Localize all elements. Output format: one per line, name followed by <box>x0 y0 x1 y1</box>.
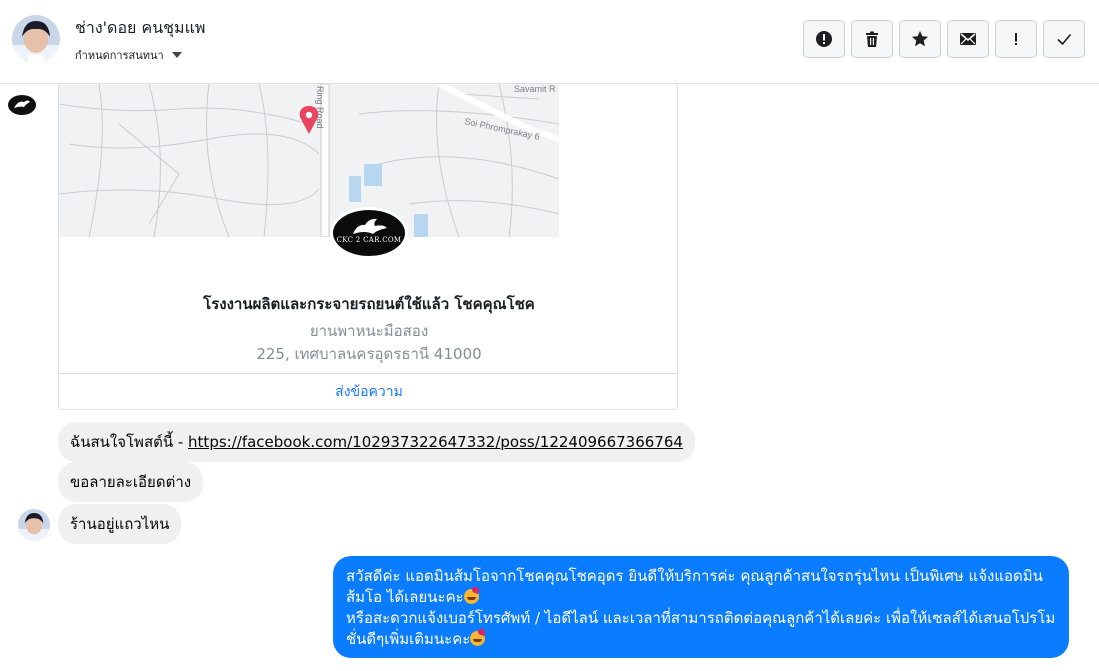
incoming-message-bubble: ฉันสนใจโพสต์นี้ - https://facebook.com/1… <box>58 422 695 462</box>
conversation-header: ช่าง'ดอย คนชุมแพ กำหนดการสนทนา <box>0 0 1099 84</box>
page-logo-avatar <box>8 95 36 115</box>
business-name: โรงงานผลิตและกระจายรถยนต์ใช้แล้ว โชคคุณโ… <box>203 295 535 313</box>
map-label-ring-road: Ring Road <box>315 86 325 129</box>
outgoing-message-bubble: สวัสดีค่ะ แอดมินส้มโอจากโชคคุณโชคอุดร ยิ… <box>333 556 1069 658</box>
location-map[interactable]: Ring Road Soi Phromprakay 6 Savamit R <box>59 84 559 237</box>
business-address: 225, เทศบาลนครอุดรธานี 41000 <box>256 345 482 363</box>
smiling-face-with-hearts-icon <box>470 631 486 646</box>
business-logo: CKC 2 CAR.COM <box>330 207 408 259</box>
post-link[interactable]: https://facebook.com/102937322647332/pos… <box>188 433 683 451</box>
star-icon <box>912 31 928 47</box>
report-button[interactable] <box>803 20 845 58</box>
exclamation-icon <box>1015 33 1017 45</box>
business-category: ยานพาหนะมือสอง <box>309 322 429 340</box>
send-message-link[interactable]: ส่งข้อความ <box>59 381 677 403</box>
message-text: ร้านอยู่แถวไหน <box>70 515 170 533</box>
card-divider <box>59 373 677 374</box>
trash-icon <box>866 31 878 47</box>
conversation-settings-label: กำหนดการสนทนา <box>75 49 164 62</box>
mark-done-button[interactable] <box>1043 20 1085 58</box>
conversation-settings-dropdown[interactable]: กำหนดการสนทนา <box>75 46 182 64</box>
chevron-down-icon <box>171 52 182 58</box>
incoming-message-bubble: ร้านอยู่แถวไหน <box>58 504 182 544</box>
incoming-message-bubble: ขอลายละเอียดต่าง <box>58 462 204 502</box>
mark-unread-button[interactable] <box>947 20 989 58</box>
location-card: Ring Road Soi Phromprakay 6 Savamit R CK… <box>58 83 678 410</box>
smiling-face-with-hearts-icon <box>463 589 479 604</box>
contact-name: ช่าง'ดอย คนชุมแพ <box>75 18 206 37</box>
pegasus-logo-icon <box>353 218 387 234</box>
sender-avatar[interactable] <box>18 509 50 541</box>
star-button[interactable] <box>899 20 941 58</box>
envelope-icon <box>960 33 976 45</box>
message-text-line2: หรือสะดวกแจ้งเบอร์โทรศัพท์ / ไอดีไลน์ แล… <box>346 609 1056 648</box>
map-label-savamit: Savamit R <box>514 84 556 94</box>
message-text-line1: สวัสดีค่ะ แอดมินส้มโอจากโชคคุณโชคอุดร ยิ… <box>346 567 1043 606</box>
contact-avatar[interactable] <box>12 15 60 63</box>
message-text: ฉันสนใจโพสต์นี้ - <box>70 433 189 451</box>
check-icon <box>1057 33 1072 46</box>
priority-button[interactable] <box>995 20 1037 58</box>
message-text: ขอลายละเอียดต่าง <box>70 473 192 491</box>
message-thread[interactable]: Ring Road Soi Phromprakay 6 Savamit R CK… <box>0 83 1099 671</box>
header-actions <box>803 20 1085 58</box>
delete-button[interactable] <box>851 20 893 58</box>
alert-circle-icon <box>816 31 832 47</box>
